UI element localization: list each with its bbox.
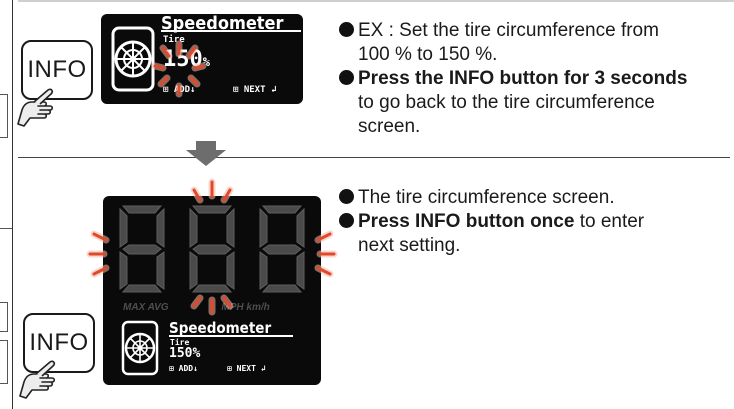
lcd-title: Speedometer <box>169 319 272 337</box>
margin-tab <box>0 302 8 332</box>
down-arrow-icon <box>186 150 226 166</box>
top-rule <box>18 0 734 2</box>
lcd-next-label: ⊞ NEXT ↲ <box>227 364 266 373</box>
section-divider <box>18 157 730 158</box>
button-glyph-icon: ⊞ <box>227 364 232 373</box>
instruction-item-continued: to go back to the tire circumference <box>358 92 655 113</box>
lcd-value: 150% <box>169 346 201 361</box>
bullet-icon <box>339 22 354 37</box>
instruction-item: Press the INFO button for 3 seconds <box>339 67 687 91</box>
instruction-item: The tire circumference screen. <box>339 186 644 210</box>
left-margin-rule <box>12 0 13 409</box>
instruction-item-continued: next setting. <box>358 235 461 256</box>
instruction-item: Press INFO button once to enter <box>339 210 644 234</box>
flash-icon <box>86 178 338 316</box>
bullet-icon <box>339 70 354 85</box>
instruction-item: EX : Set the tire circumference from <box>339 19 687 43</box>
hand-pointer-icon <box>17 88 54 127</box>
margin-tab <box>0 94 8 138</box>
flash-icon <box>151 40 207 98</box>
top-instructions: EX : Set the tire circumference from 100… <box>339 19 687 139</box>
bullet-icon <box>339 189 354 204</box>
lcd-add-label: ⊞ ADD↓ <box>169 364 198 373</box>
button-glyph-icon: ⊞ <box>233 85 239 95</box>
instruction-item-continued: 100 % to 150 %. <box>358 44 498 65</box>
lcd-display: Speedometer Tire 150% ⊞ ADD↓ ⊞ NEXT ↲ <box>101 13 303 104</box>
bullet-icon <box>339 213 354 228</box>
wheel-icon <box>121 320 159 376</box>
bottom-instructions: The tire circumference screen. Press INF… <box>339 186 644 258</box>
margin-tab <box>0 340 8 384</box>
button-glyph-icon: ⊞ <box>169 364 174 373</box>
margin-mark <box>0 228 12 229</box>
lcd-next-label: ⊞ NEXT ↲ <box>233 85 277 95</box>
lcd-title: Speedometer <box>161 13 284 34</box>
instruction-item-continued: screen. <box>358 116 421 137</box>
hand-pointer-icon <box>19 360 56 399</box>
